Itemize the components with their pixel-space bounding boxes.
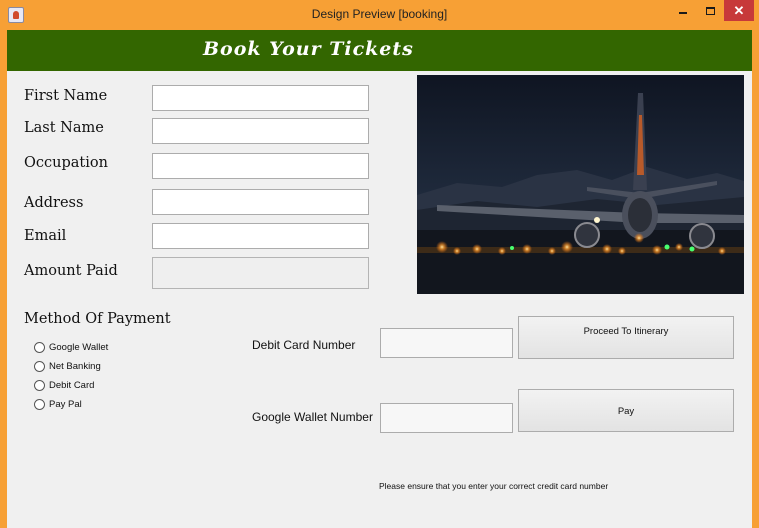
payment-method-heading: Method Of Payment	[24, 311, 171, 327]
radio-button-icon[interactable]	[34, 380, 45, 391]
debit-card-number-label: Debit Card Number	[252, 338, 356, 352]
radio-label: Google Wallet	[49, 342, 109, 353]
email-label: Email	[24, 228, 67, 244]
close-button[interactable]: ✕	[724, 0, 754, 21]
amount-paid-field	[152, 257, 369, 289]
radio-google-wallet[interactable]: Google Wallet	[34, 342, 108, 353]
last-name-label: Last Name	[24, 120, 104, 136]
maximize-icon	[705, 7, 715, 15]
first-name-label: First Name	[24, 88, 108, 104]
airplane-image	[417, 75, 744, 294]
address-field[interactable]	[152, 189, 369, 215]
occupation-field[interactable]	[152, 153, 369, 179]
address-label: Address	[24, 195, 84, 211]
radio-label: Pay Pal	[49, 399, 82, 410]
maximize-button[interactable]	[697, 1, 723, 21]
amount-paid-label: Amount Paid	[24, 263, 118, 279]
airplane-photo	[417, 75, 744, 294]
close-icon: ✕	[733, 2, 745, 18]
title-bar[interactable]: Design Preview [booking] ✕	[0, 0, 759, 30]
window-title: Design Preview [booking]	[311, 7, 448, 21]
minimize-button[interactable]	[670, 1, 696, 21]
header-banner: Book Your Tickets	[7, 30, 752, 71]
email-field[interactable]	[152, 223, 369, 249]
radio-button-icon[interactable]	[34, 361, 45, 372]
proceed-to-itinerary-button[interactable]: Proceed To Itinerary	[518, 316, 734, 359]
radio-label: Net Banking	[49, 361, 101, 372]
radio-debit-card[interactable]: Debit Card	[34, 380, 94, 391]
app-window: Design Preview [booking] ✕ Book Your Tic…	[0, 0, 759, 528]
card-notice-text: Please ensure that you enter your correc…	[379, 481, 609, 491]
first-name-field[interactable]	[152, 85, 369, 111]
pay-button[interactable]: Pay	[518, 389, 734, 432]
radio-label: Debit Card	[49, 380, 95, 391]
google-wallet-number-label: Google Wallet Number	[252, 410, 373, 424]
google-wallet-number-field[interactable]	[380, 403, 513, 433]
occupation-label: Occupation	[24, 155, 108, 171]
minimize-icon	[679, 12, 687, 14]
radio-button-icon[interactable]	[34, 342, 45, 353]
banner-title: Book Your Tickets	[203, 38, 414, 60]
content-panel: Book Your Tickets First Name Last Name O…	[7, 30, 752, 528]
last-name-field[interactable]	[152, 118, 369, 144]
radio-button-icon[interactable]	[34, 399, 45, 410]
radio-net-banking[interactable]: Net Banking	[34, 361, 101, 372]
debit-card-number-field[interactable]	[380, 328, 513, 358]
radio-pay-pal[interactable]: Pay Pal	[34, 399, 82, 410]
